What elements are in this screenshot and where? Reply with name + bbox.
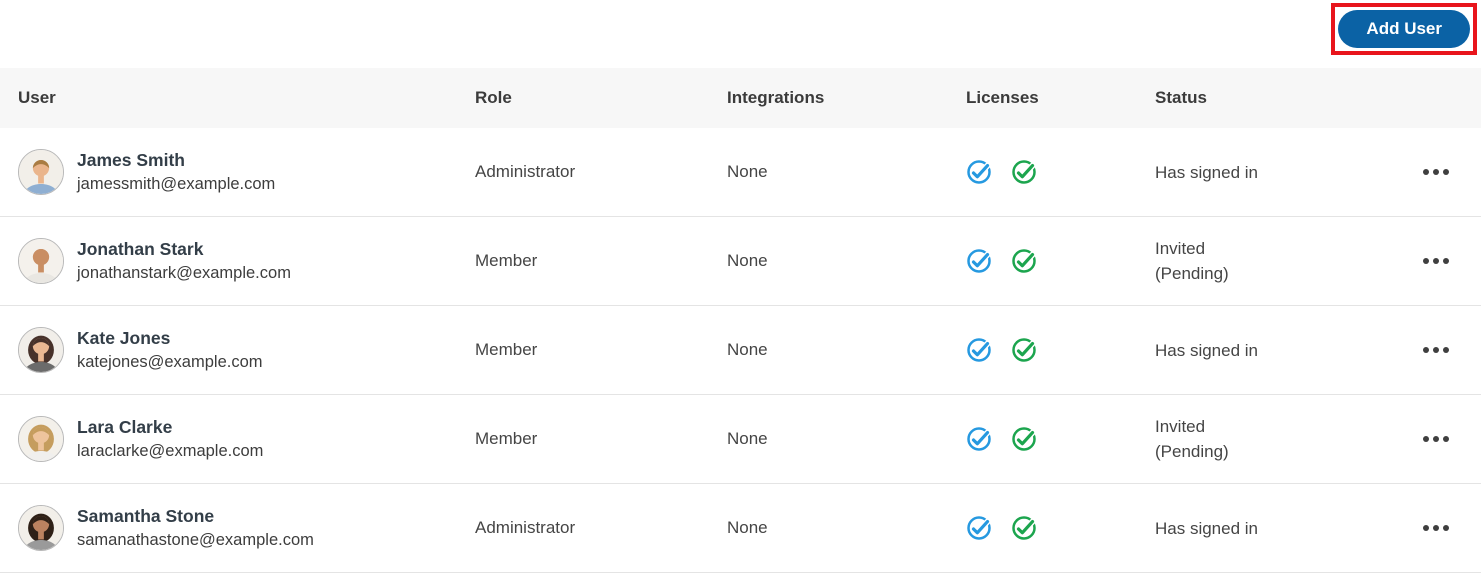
integrations-cell: None — [727, 251, 768, 270]
actions-cell — [1421, 163, 1481, 181]
role-cell: Member — [475, 429, 538, 448]
user-cell: Samantha Stone samanathastone@example.co… — [18, 505, 475, 551]
status-line: Invited — [1155, 417, 1206, 436]
avatar — [18, 505, 64, 551]
green-check-circle-icon — [1012, 338, 1036, 362]
table-header-row: User Role Integrations Licenses Status — [0, 68, 1481, 128]
user-cell: Lara Clarke laraclarke@exmaple.com — [18, 416, 475, 462]
actions-cell — [1421, 252, 1481, 270]
row-menu-ellipsis-button[interactable] — [1421, 341, 1451, 359]
role-cell: Administrator — [475, 162, 576, 181]
table-row: James Smith jamessmith@example.com Admin… — [0, 128, 1481, 217]
blue-check-circle-icon — [967, 427, 991, 451]
user-cell: James Smith jamessmith@example.com — [18, 149, 475, 195]
licenses-cell — [966, 248, 1155, 274]
blue-check-circle-icon — [967, 338, 991, 362]
user-name: Jonathan Stark — [77, 238, 204, 259]
table-row: Jonathan Stark jonathanstark@example.com… — [0, 217, 1481, 306]
avatar — [18, 238, 64, 284]
integrations-cell: None — [727, 518, 768, 537]
table-row: Lara Clarke laraclarke@exmaple.com Membe… — [0, 395, 1481, 484]
blue-check-circle-icon — [967, 160, 991, 184]
role-cell: Member — [475, 340, 538, 359]
row-menu-ellipsis-button[interactable] — [1421, 430, 1451, 448]
user-name: Lara Clarke — [77, 416, 173, 437]
status-cell: Invited (Pending) — [1155, 236, 1385, 286]
avatar — [18, 327, 64, 373]
column-header-user: User — [18, 88, 56, 107]
green-check-circle-icon — [1012, 427, 1036, 451]
actions-cell — [1421, 341, 1481, 359]
role-cell: Administrator — [475, 518, 576, 537]
user-management-page: Add User User Role Integrations Licenses… — [0, 0, 1481, 582]
user-cell: Kate Jones katejones@example.com — [18, 327, 475, 373]
column-header-role: Role — [475, 88, 512, 107]
avatar — [18, 149, 64, 195]
user-cell: Jonathan Stark jonathanstark@example.com — [18, 238, 475, 284]
status-line: Has signed in — [1155, 340, 1259, 360]
user-name: James Smith — [77, 149, 185, 170]
table-row: Samantha Stone samanathastone@example.co… — [0, 484, 1481, 573]
status-cell: Invited (Pending) — [1155, 414, 1385, 464]
user-email: katejones@example.com — [77, 353, 263, 372]
status-cell: Has signed in — [1155, 160, 1385, 185]
avatar-illustration — [19, 328, 63, 372]
user-text: Kate Jones katejones@example.com — [77, 327, 263, 372]
user-email: samanathastone@example.com — [77, 531, 314, 550]
avatar-illustration — [19, 239, 63, 283]
click-target-highlight: Add User — [1331, 3, 1477, 55]
user-text: Lara Clarke laraclarke@exmaple.com — [77, 416, 264, 461]
add-user-button[interactable]: Add User — [1338, 10, 1470, 48]
status-line-2: (Pending) — [1155, 264, 1229, 283]
avatar — [18, 416, 64, 462]
status-line: Invited — [1155, 239, 1206, 258]
actions-cell — [1421, 519, 1481, 537]
avatar-illustration — [19, 417, 63, 461]
licenses-cell — [966, 426, 1155, 452]
blue-check-circle-icon — [967, 516, 991, 540]
user-name: Samantha Stone — [77, 505, 215, 526]
column-header-licenses: Licenses — [966, 88, 1039, 107]
user-name: Kate Jones — [77, 327, 171, 348]
user-text: James Smith jamessmith@example.com — [77, 149, 276, 194]
avatar-illustration — [19, 150, 63, 194]
toolbar: Add User — [0, 0, 1481, 68]
licenses-cell — [966, 159, 1155, 185]
integrations-cell: None — [727, 429, 768, 448]
status-line-2: (Pending) — [1155, 442, 1229, 461]
table-row: Kate Jones katejones@example.com Member … — [0, 306, 1481, 395]
green-check-circle-icon — [1012, 249, 1036, 273]
avatar-illustration — [19, 506, 63, 550]
user-email: laraclarke@exmaple.com — [77, 442, 264, 461]
integrations-cell: None — [727, 162, 768, 181]
user-email: jonathanstark@example.com — [77, 264, 291, 283]
green-check-circle-icon — [1012, 516, 1036, 540]
column-header-status: Status — [1155, 88, 1207, 107]
licenses-cell — [966, 515, 1155, 541]
row-menu-ellipsis-button[interactable] — [1421, 252, 1451, 270]
row-menu-ellipsis-button[interactable] — [1421, 519, 1451, 537]
blue-check-circle-icon — [967, 249, 991, 273]
status-cell: Has signed in — [1155, 516, 1385, 541]
role-cell: Member — [475, 251, 538, 270]
licenses-cell — [966, 337, 1155, 363]
status-line: Has signed in — [1155, 162, 1259, 182]
row-menu-ellipsis-button[interactable] — [1421, 163, 1451, 181]
column-header-integrations: Integrations — [727, 88, 825, 107]
user-email: jamessmith@example.com — [77, 175, 276, 194]
integrations-cell: None — [727, 340, 768, 359]
user-text: Jonathan Stark jonathanstark@example.com — [77, 238, 291, 283]
actions-cell — [1421, 430, 1481, 448]
status-cell: Has signed in — [1155, 338, 1385, 363]
status-line: Has signed in — [1155, 518, 1259, 538]
green-check-circle-icon — [1012, 160, 1036, 184]
user-text: Samantha Stone samanathastone@example.co… — [77, 505, 314, 550]
